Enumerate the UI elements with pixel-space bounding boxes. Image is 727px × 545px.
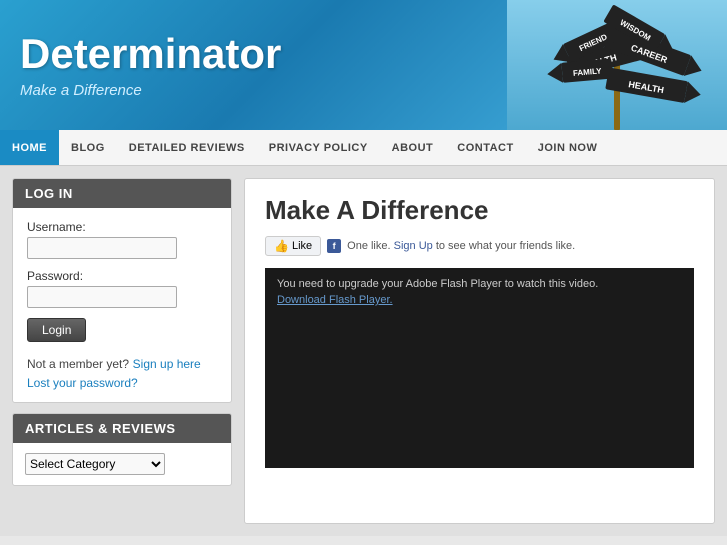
header-signpost-image: WEALTH CAREER HEALTH FA: [507, 0, 727, 130]
nav-item-join-now[interactable]: JOIN NOW: [526, 130, 610, 165]
nav-item-blog[interactable]: BLOG: [59, 130, 117, 165]
category-select[interactable]: Select Category: [25, 453, 165, 475]
site-header: Determinator Make a Difference: [0, 0, 727, 130]
nav-item-privacy-policy[interactable]: PRIVACY POLICY: [257, 130, 380, 165]
signup-link[interactable]: Sign up here: [133, 357, 201, 371]
login-button-row: Login: [27, 318, 217, 350]
like-button[interactable]: 👍 Like: [265, 236, 321, 256]
site-tagline: Make a Difference: [20, 82, 281, 99]
nav-item-contact[interactable]: CONTACT: [445, 130, 525, 165]
facebook-icon: f: [327, 239, 341, 253]
articles-widget: ARTICLES & REVIEWS Select Category: [12, 413, 232, 486]
username-label: Username:: [27, 220, 217, 234]
sidebar: LOG IN Username: Password: Login Not a m…: [12, 178, 232, 524]
main-nav: HOME BLOG DETAILED REVIEWS PRIVACY POLIC…: [0, 130, 727, 166]
site-title: Determinator: [20, 31, 281, 77]
nav-item-about[interactable]: ABOUT: [380, 130, 446, 165]
login-widget-title: LOG IN: [13, 179, 231, 208]
signpost-graphic: WEALTH CAREER HEALTH FA: [507, 0, 727, 130]
login-widget-body: Username: Password: Login Not a member y…: [13, 208, 231, 402]
signpost-svg: WEALTH CAREER HEALTH FA: [507, 0, 727, 130]
username-row: Username:: [27, 220, 217, 259]
articles-widget-title: ARTICLES & REVIEWS: [13, 414, 231, 443]
like-info: One like. Sign Up to see what your frien…: [347, 240, 575, 252]
header-text-block: Determinator Make a Difference: [20, 31, 281, 98]
forgot-row: Lost your password?: [27, 375, 217, 390]
signup-row: Not a member yet? Sign up here: [27, 356, 217, 371]
download-flash-link[interactable]: Download Flash Player.: [277, 294, 682, 306]
password-label: Password:: [27, 269, 217, 283]
main-layout: LOG IN Username: Password: Login Not a m…: [0, 166, 727, 536]
main-content: Make A Difference 👍 Like f One like. Sig…: [244, 178, 715, 524]
nav-item-detailed-reviews[interactable]: DETAILED REVIEWS: [117, 130, 257, 165]
like-suffix: to see what your friends like.: [436, 240, 575, 252]
like-bar: 👍 Like f One like. Sign Up to see what y…: [265, 236, 694, 256]
login-widget: LOG IN Username: Password: Login Not a m…: [12, 178, 232, 403]
articles-widget-body: Select Category: [13, 443, 231, 485]
category-select-row: Select Category: [25, 453, 219, 475]
page-title: Make A Difference: [265, 195, 694, 226]
password-row: Password:: [27, 269, 217, 308]
thumbs-up-icon: 👍: [274, 239, 289, 253]
username-input[interactable]: [27, 237, 177, 259]
nav-item-home[interactable]: HOME: [0, 130, 59, 165]
lost-password-link[interactable]: Lost your password?: [27, 376, 138, 390]
video-player: You need to upgrade your Adobe Flash Pla…: [265, 268, 694, 468]
login-button[interactable]: Login: [27, 318, 86, 342]
like-label: Like: [292, 240, 312, 252]
password-input[interactable]: [27, 286, 177, 308]
like-count: One like.: [347, 240, 390, 252]
not-member-text: Not a member yet?: [27, 357, 129, 371]
signup-fb-link[interactable]: Sign Up: [394, 240, 433, 252]
flash-upgrade-text: You need to upgrade your Adobe Flash Pla…: [277, 278, 682, 290]
